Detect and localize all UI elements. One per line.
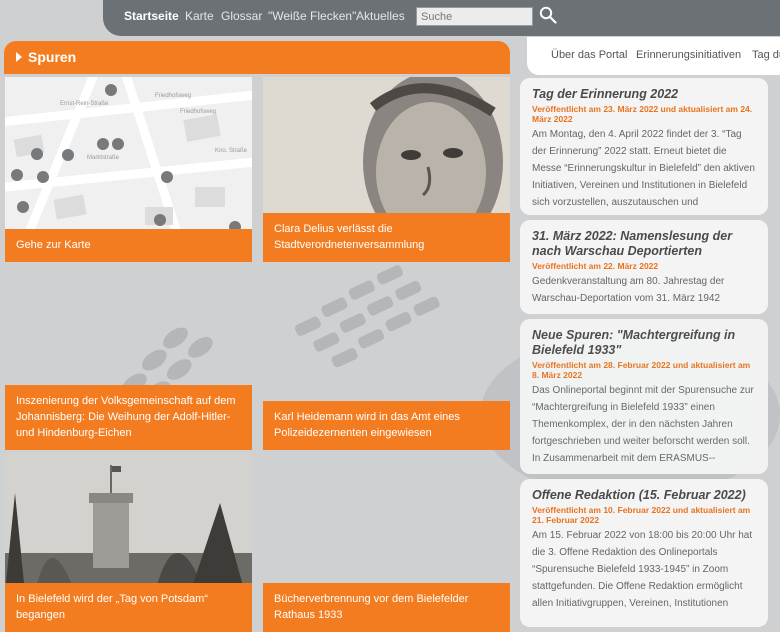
nav-item-glossar[interactable]: Glossar bbox=[221, 9, 262, 23]
news-text: Gedenkveranstaltung am 80. Jahrestag der… bbox=[532, 276, 725, 304]
search-icon[interactable] bbox=[539, 6, 557, 24]
news-title[interactable]: Offene Redaktion (15. Februar 2022) bbox=[532, 488, 756, 503]
subnav-erinnerungsinitiativen[interactable]: Erinnerungsinitiativen bbox=[636, 49, 741, 61]
tile-caption: Inszenierung der Volksgemeinschaft auf d… bbox=[5, 385, 252, 450]
secondary-navigation: Über das Portal Erinnerungsinitiativen T… bbox=[527, 37, 780, 75]
tile-tag-von-potsdam[interactable]: In Bielefeld wird der „Tag von Potsdam“ … bbox=[5, 453, 252, 632]
spuren-title: Spuren bbox=[28, 49, 77, 65]
news-card[interactable]: Offene Redaktion (15. Februar 2022) Verö… bbox=[520, 479, 768, 627]
nav-item-weisse-flecken[interactable]: "Weiße Flecken" bbox=[268, 9, 356, 23]
tile-clara-delius[interactable]: Clara Delius verlässt die Stadtverordnet… bbox=[263, 77, 510, 262]
news-date: Veröffentlicht am 28. Februar 2022 und a… bbox=[532, 360, 751, 380]
tile-caption: In Bielefeld wird der „Tag von Potsdam“ … bbox=[5, 583, 252, 632]
map-label: Friedhofsweg bbox=[180, 109, 216, 115]
tile-caption: Clara Delius verlässt die Stadtverordnet… bbox=[263, 213, 510, 262]
map-label: Ernst-Rein-Straße bbox=[60, 101, 109, 107]
news-title[interactable]: Tag der Erinnerung 2022 bbox=[532, 87, 756, 102]
subnav-ueber-das-portal[interactable]: Über das Portal bbox=[551, 49, 627, 61]
tile-buecherverbrennung[interactable]: Bücherverbrennung vor dem Bielefelder Ra… bbox=[263, 453, 510, 632]
tile-caption: Gehe zur Karte bbox=[5, 229, 252, 262]
news-text: Am Montag, den 4. April 2022 findet der … bbox=[532, 129, 755, 208]
news-text: Am 15. Februar 2022 von 18:00 bis 20:00 … bbox=[532, 530, 753, 609]
subnav-tag-der-erinnerung[interactable]: Tag du bbox=[752, 49, 780, 61]
spuren-header[interactable]: Spuren bbox=[4, 41, 510, 74]
map-thumbnail: Ernst-Rein-Straße Friedhofsweg Marktstra… bbox=[5, 77, 252, 237]
nav-item-karte[interactable]: Karte bbox=[185, 9, 214, 23]
tile-caption: Bücherverbrennung vor dem Bielefelder Ra… bbox=[263, 583, 510, 632]
news-card[interactable]: 31. März 2022: Namenslesung der nach War… bbox=[520, 220, 768, 314]
news-card[interactable]: Tag der Erinnerung 2022 Veröffentlicht a… bbox=[520, 78, 768, 215]
portrait-photo bbox=[263, 77, 510, 217]
map-label: Friedhofsweg bbox=[155, 93, 191, 99]
news-title[interactable]: 31. März 2022: Namenslesung der nach War… bbox=[532, 229, 756, 259]
news-title[interactable]: Neue Spuren: "Machtergreifung in Bielefe… bbox=[532, 328, 756, 358]
caret-right-icon bbox=[16, 52, 22, 62]
nav-item-startseite[interactable]: Startseite bbox=[124, 9, 179, 23]
news-date: Veröffentlicht am 22. März 2022 bbox=[532, 261, 659, 271]
map-label: Marktstraße bbox=[87, 155, 120, 161]
tile-johannisberg[interactable]: Inszenierung der Volksgemeinschaft auf d… bbox=[5, 265, 252, 450]
search-input[interactable] bbox=[416, 7, 533, 26]
tile-caption: Karl Heidemann wird in das Amt eines Pol… bbox=[263, 401, 510, 450]
news-date: Veröffentlicht am 10. Februar 2022 und a… bbox=[532, 505, 751, 525]
news-card[interactable]: Neue Spuren: "Machtergreifung in Bielefe… bbox=[520, 319, 768, 474]
tile-map[interactable]: Ernst-Rein-Straße Friedhofsweg Marktstra… bbox=[5, 77, 252, 262]
tower-photo bbox=[5, 453, 252, 593]
map-label: Kno. Straße bbox=[215, 148, 248, 154]
news-text: Das Onlineportal beginnt mit der Spurens… bbox=[532, 385, 754, 464]
top-navigation: Startseite Karte Glossar "Weiße Flecken"… bbox=[103, 0, 780, 36]
nav-item-aktuelles[interactable]: Aktuelles bbox=[356, 9, 405, 23]
news-date: Veröffentlicht am 23. März 2022 und aktu… bbox=[532, 104, 753, 124]
tile-karl-heidemann[interactable]: Karl Heidemann wird in das Amt eines Pol… bbox=[263, 265, 510, 450]
